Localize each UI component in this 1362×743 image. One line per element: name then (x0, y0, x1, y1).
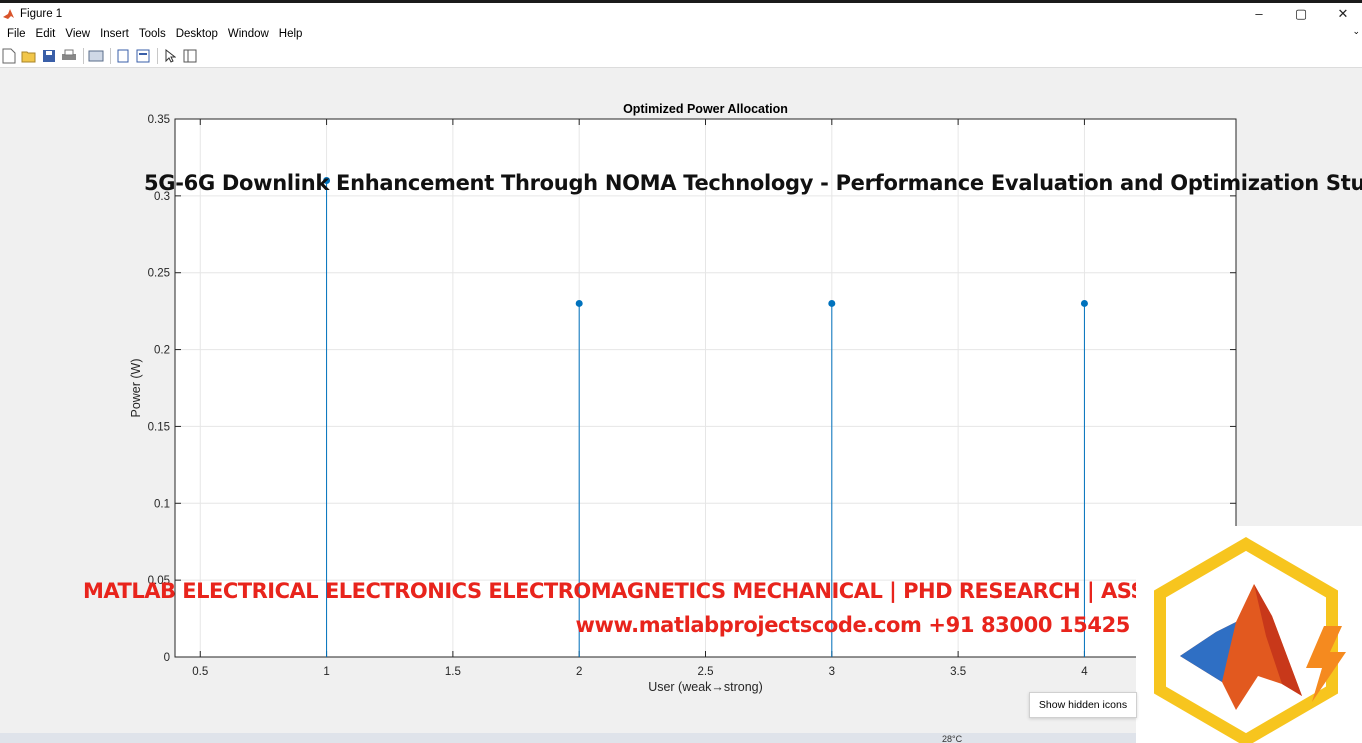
open-file-button[interactable] (20, 47, 38, 65)
overlay-subjects-line: MATLAB ELECTRICAL ELECTRONICS ELECTROMAG… (83, 579, 1266, 603)
y-axis-label: Power (W) (129, 358, 143, 417)
figure-toolbar (0, 45, 1362, 68)
show-property-icon (136, 49, 150, 63)
stem-marker (1080, 299, 1088, 307)
toolbar-separator (110, 48, 111, 64)
print-button[interactable] (60, 47, 78, 65)
toolbar-separator (83, 48, 84, 64)
menu-help[interactable]: Help (274, 24, 308, 45)
open-property-inspector-icon (183, 49, 197, 63)
x-tick-label: 3.5 (950, 666, 966, 678)
y-tick-label: 0.15 (148, 421, 170, 433)
open-file-icon (21, 51, 36, 63)
x-tick-label: 2.5 (698, 666, 714, 678)
y-tick-label: 0.1 (154, 498, 170, 510)
overlay-contact-line: www.matlabprojectscode.com +91 83000 154… (575, 613, 1130, 637)
new-figure-button[interactable] (0, 47, 18, 65)
menu-desktop[interactable]: Desktop (171, 24, 223, 45)
weather-readout: 28°C (942, 734, 963, 743)
link-plot-button[interactable] (87, 47, 105, 65)
title-bar: Figure 1 – ▢ ✕ (0, 0, 1362, 24)
matlab-icon (3, 8, 14, 19)
save-button[interactable] (40, 47, 58, 65)
x-tick-label: 0.5 (192, 666, 208, 678)
overlay-video-title: 5G-6G Downlink Enhancement Through NOMA … (144, 171, 1362, 195)
menu-expand-icon[interactable]: ⌄ (1352, 26, 1360, 37)
menu-edit[interactable]: Edit (31, 24, 61, 45)
taskbar: 28°C (0, 733, 1136, 743)
stem-marker (575, 299, 583, 307)
menu-bar: File Edit View Insert Tools Desktop Wind… (0, 24, 1362, 45)
x-tick-label: 3 (829, 666, 835, 678)
hide-toolbar-button[interactable] (114, 47, 132, 65)
y-tick-label: 0.25 (148, 268, 170, 280)
figure-window: Figure 1 – ▢ ✕ File Edit View Insert Too… (0, 0, 1362, 743)
menu-window[interactable]: Window (223, 24, 274, 45)
restore-icon: ▢ (1294, 5, 1308, 21)
x-axis-label: User (weak→strong) (648, 680, 763, 694)
x-tick-label: 1.5 (445, 666, 461, 678)
stem-marker (828, 299, 836, 307)
y-tick-label: 0.2 (154, 345, 170, 357)
x-tick-label: 1 (323, 666, 329, 678)
show-property-button[interactable] (134, 47, 152, 65)
x-tick-label: 4 (1081, 666, 1088, 678)
save-icon (43, 50, 55, 62)
matlab-logo-icon (1154, 537, 1346, 743)
menu-file[interactable]: File (2, 24, 31, 45)
edit-pointer-icon (165, 49, 176, 63)
link-plot-icon (88, 50, 104, 62)
menu-view[interactable]: View (60, 24, 95, 45)
menu-tools[interactable]: Tools (134, 24, 171, 45)
y-tick-label: 0 (164, 652, 170, 664)
print-icon (62, 49, 76, 60)
y-tick-label: 0.35 (148, 114, 170, 126)
show-hidden-icons-tooltip: Show hidden icons (1029, 692, 1137, 718)
matlab-logo-panel (1136, 526, 1362, 743)
minimize-icon: – (1255, 6, 1263, 21)
maximize-button[interactable]: ▢ (1280, 3, 1322, 24)
new-figure-icon (2, 48, 16, 64)
open-property-inspector-button[interactable] (181, 47, 199, 65)
edit-pointer-button[interactable] (161, 47, 179, 65)
window-title: Figure 1 (20, 7, 63, 20)
hide-toolbar-icon (117, 49, 129, 63)
close-icon: ✕ (1337, 5, 1349, 21)
x-tick-label: 2 (576, 666, 582, 678)
menu-insert[interactable]: Insert (95, 24, 134, 45)
minimize-button[interactable]: – (1238, 3, 1280, 24)
chart-title: Optimized Power Allocation (623, 102, 788, 116)
close-button[interactable]: ✕ (1322, 3, 1362, 24)
toolbar-separator (157, 48, 158, 64)
